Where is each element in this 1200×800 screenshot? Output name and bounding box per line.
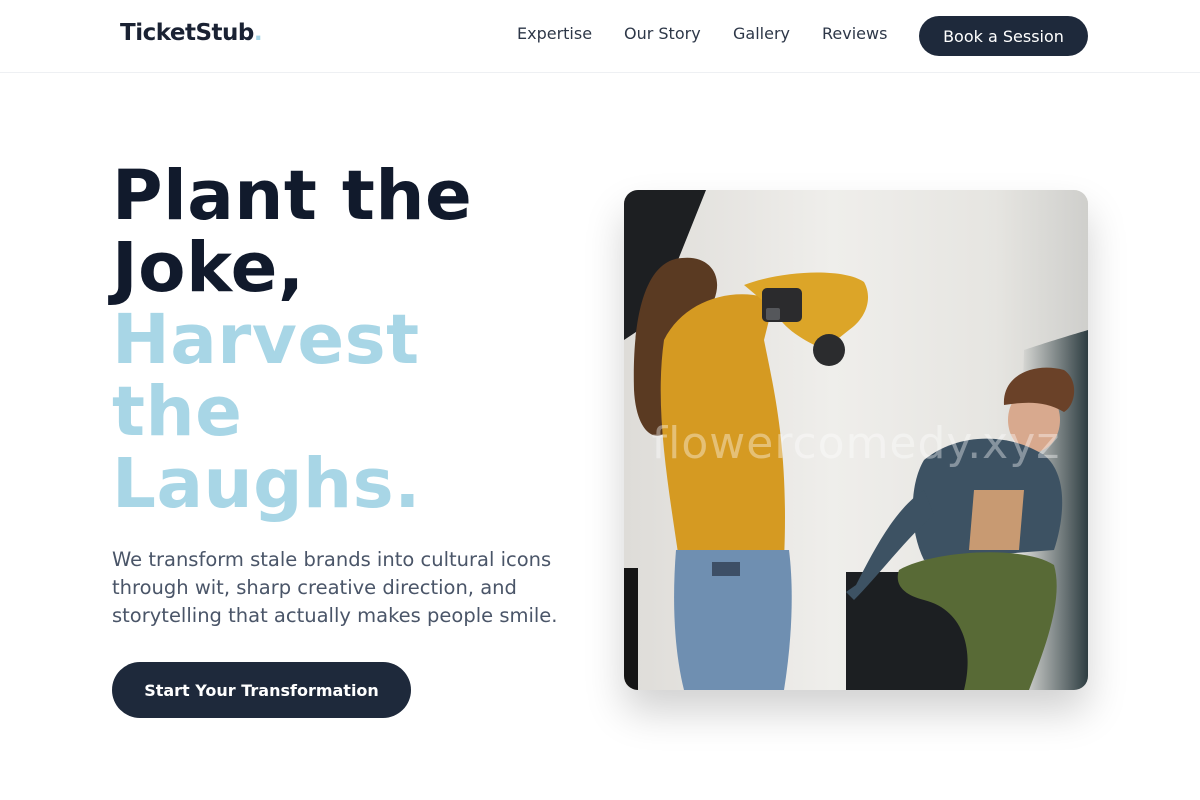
hero-title-accent-line: the	[112, 372, 243, 452]
nav-link-reviews[interactable]: Reviews	[822, 24, 887, 43]
hero-description: We transform stale brands into cultural …	[112, 548, 558, 627]
hero-title-accent-line: Harvest	[112, 300, 420, 380]
logo-text: TicketStub	[120, 20, 254, 46]
hero-title-line: Joke,	[112, 228, 305, 308]
site-header: TicketStub. Expertise Our Story Gallery …	[0, 0, 1200, 73]
start-transformation-button[interactable]: Start Your Transformation	[112, 662, 411, 718]
nav-link-gallery[interactable]: Gallery	[733, 24, 790, 43]
hero-title-accent-line: Laughs.	[112, 444, 421, 524]
hero-title: Plant the Joke, Harvest the Laughs.	[112, 160, 582, 520]
nav-link-expertise[interactable]: Expertise	[517, 24, 592, 43]
photo-watermark: flowercomedy.xyz	[651, 418, 1061, 469]
nav-link-our-story[interactable]: Our Story	[624, 24, 701, 43]
hero-title-line: Plant the	[112, 156, 473, 236]
hero-photo: flowercomedy.xyz	[624, 190, 1088, 690]
logo-dot: .	[253, 20, 263, 46]
logo[interactable]: TicketStub.	[120, 20, 263, 46]
book-session-button[interactable]: Book a Session	[919, 16, 1088, 56]
